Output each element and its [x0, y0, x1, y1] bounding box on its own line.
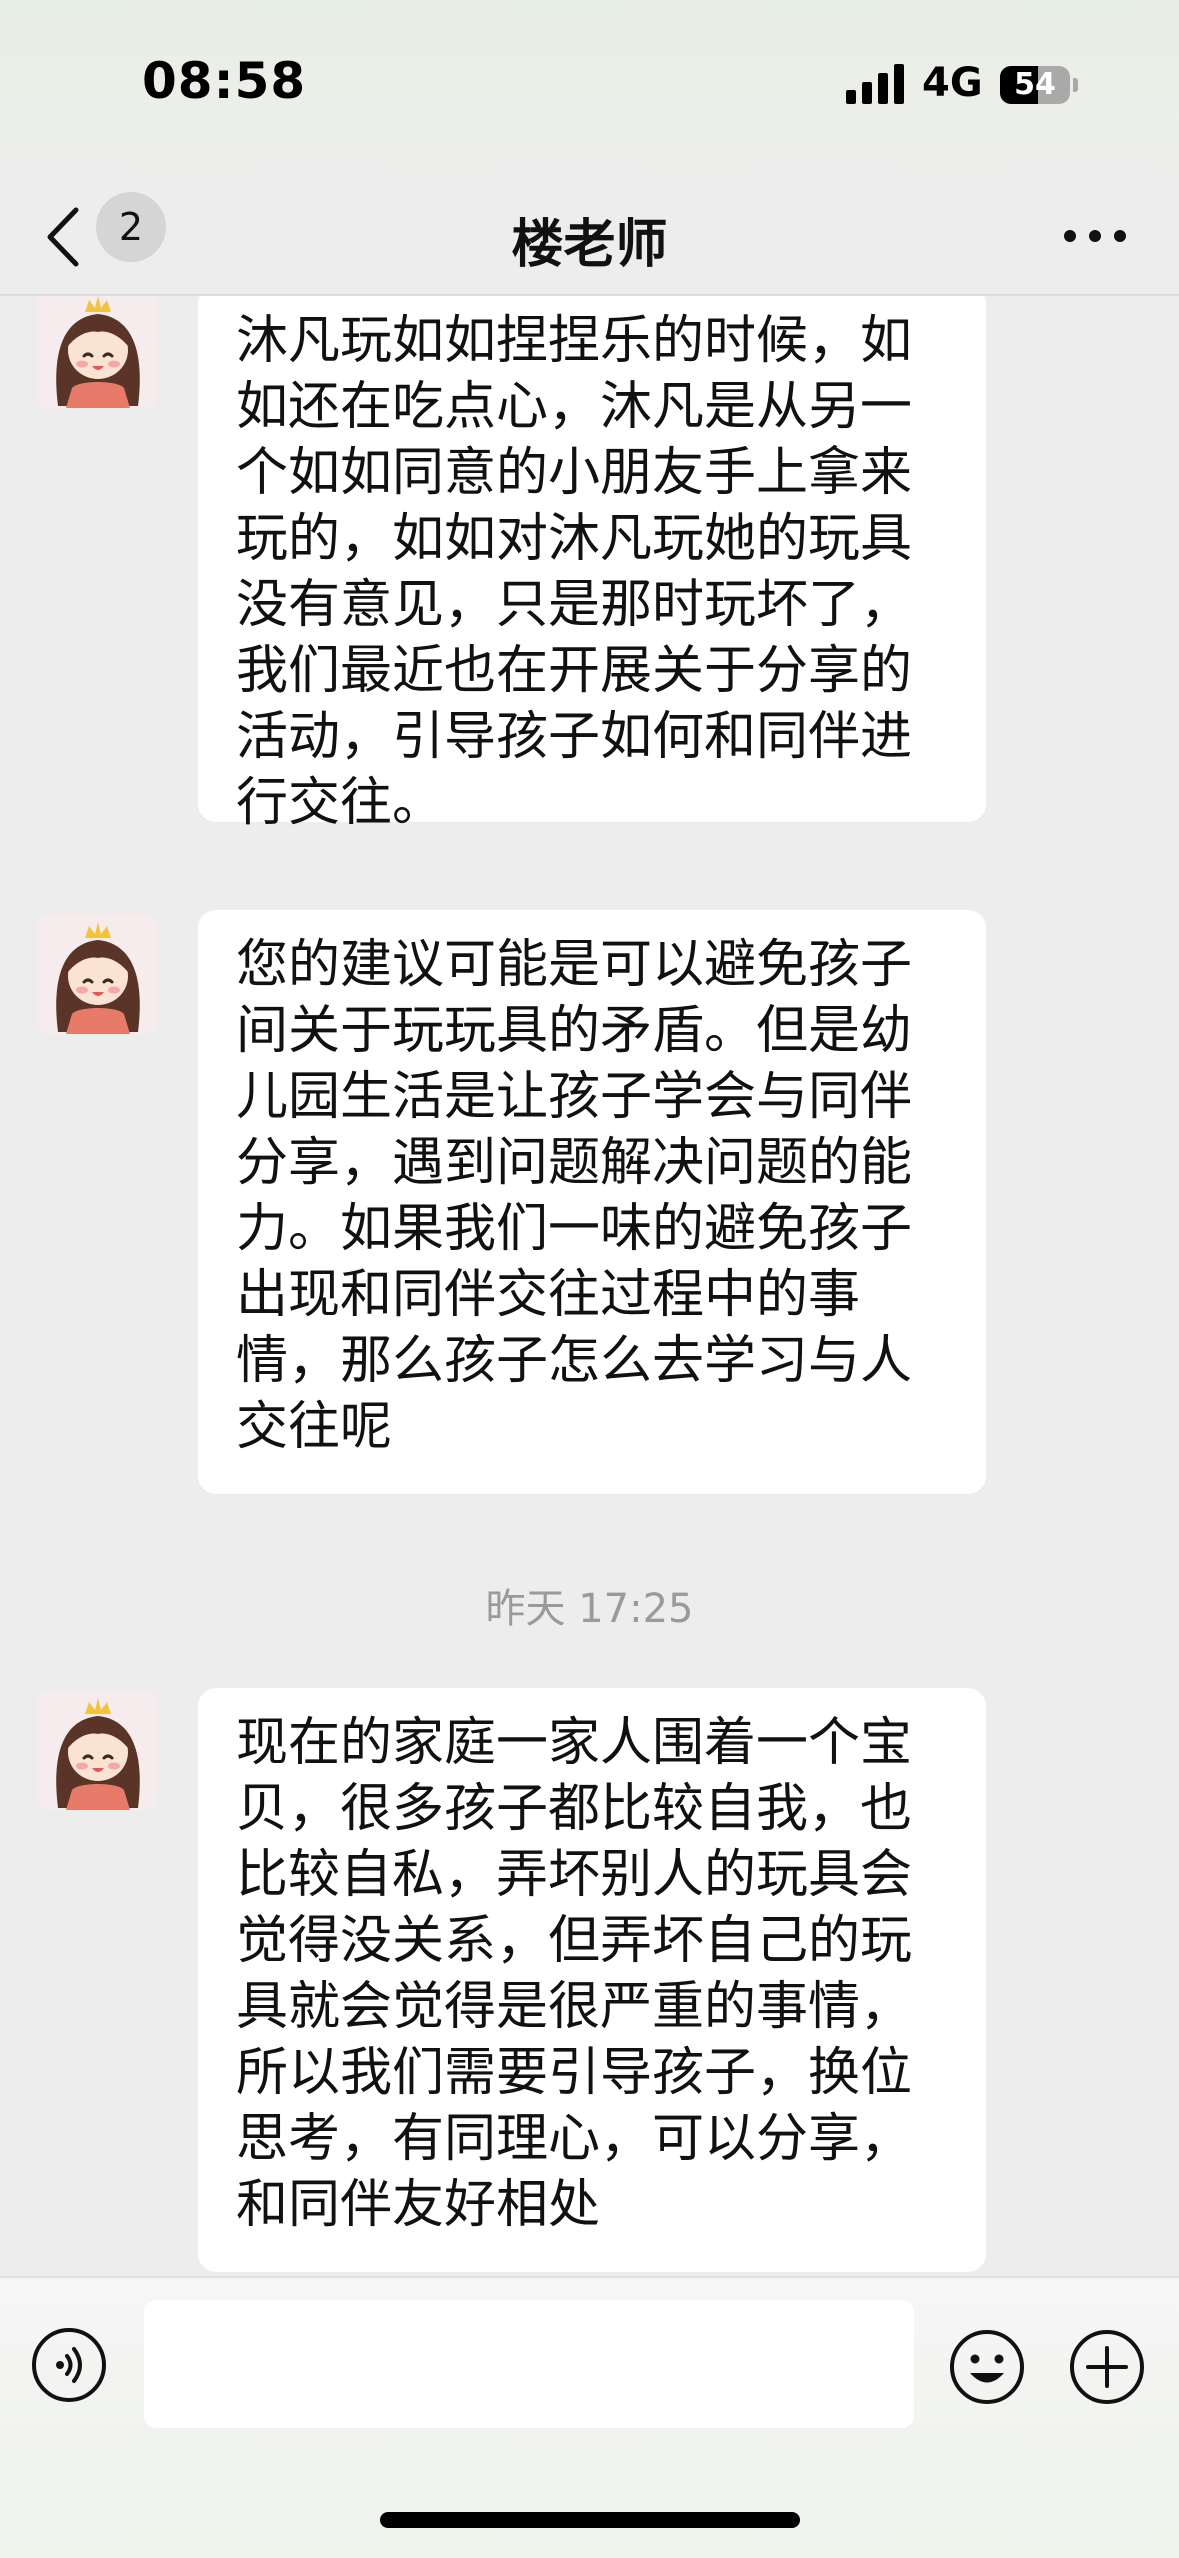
avatar[interactable]	[38, 296, 158, 408]
status-bar: 08:58 4G 54	[0, 0, 1179, 180]
avatar[interactable]	[38, 914, 158, 1034]
voice-icon	[56, 2347, 82, 2383]
message-input[interactable]	[144, 2300, 914, 2428]
chat-title: 楼老师	[511, 215, 668, 275]
message-bubble[interactable]: 您的建议可能是可以避免孩子间关于玩玩具的矛盾。但是幼儿园生活是让孩子学会与同伴分…	[198, 910, 986, 1494]
emoji-icon	[950, 2330, 1024, 2404]
message-bubble[interactable]: 沐凡玩如如捏捏乐的时候，如如还在吃点心，沐凡是从另一个如如同意的小朋友手上拿来玩…	[198, 296, 986, 833]
more-dots-icon	[1064, 230, 1076, 242]
avatar-girl-icon	[38, 1690, 158, 1810]
chat-area[interactable]: 沐凡玩如如捏捏乐的时候，如如还在吃点心，沐凡是从另一个如如同意的小朋友手上拿来玩…	[0, 296, 1179, 2276]
plus-button[interactable]	[1068, 2328, 1146, 2406]
input-bar	[0, 2276, 1179, 2558]
message-bubble[interactable]: 现在的家庭一家人围着一个宝贝，很多孩子都比较自我，也比较自私，弄坏别人的玩具会觉…	[198, 1688, 986, 2272]
emoji-button[interactable]	[948, 2328, 1026, 2406]
message-text: 沐凡玩如如捏捏乐的时候，如如还在吃点心，沐凡是从另一个如如同意的小朋友手上拿来玩…	[236, 311, 913, 833]
status-time: 08:58	[142, 52, 307, 110]
battery-icon: 54	[1000, 66, 1070, 104]
battery-level: 54	[1014, 67, 1056, 102]
home-indicator[interactable]	[380, 2512, 800, 2528]
battery-cap	[1073, 78, 1078, 92]
message-timestamp: 昨天 17:25	[485, 1586, 694, 1632]
message-text: 现在的家庭一家人围着一个宝贝，很多孩子都比较自我，也比较自私，弄坏别人的玩具会觉…	[236, 1713, 913, 2235]
network-type: 4G	[922, 60, 983, 106]
message-text: 您的建议可能是可以避免孩子间关于玩玩具的矛盾。但是幼儿园生活是让孩子学会与同伴分…	[236, 935, 913, 1457]
voice-button[interactable]	[32, 2328, 106, 2402]
avatar[interactable]	[38, 1690, 158, 1810]
signal-icon	[846, 64, 904, 104]
plus-icon	[1070, 2330, 1144, 2404]
avatar-girl-icon	[38, 914, 158, 1034]
more-button[interactable]	[1060, 216, 1130, 256]
nav-bar: 2 楼老师	[0, 180, 1179, 294]
avatar-girl-icon	[38, 296, 158, 408]
